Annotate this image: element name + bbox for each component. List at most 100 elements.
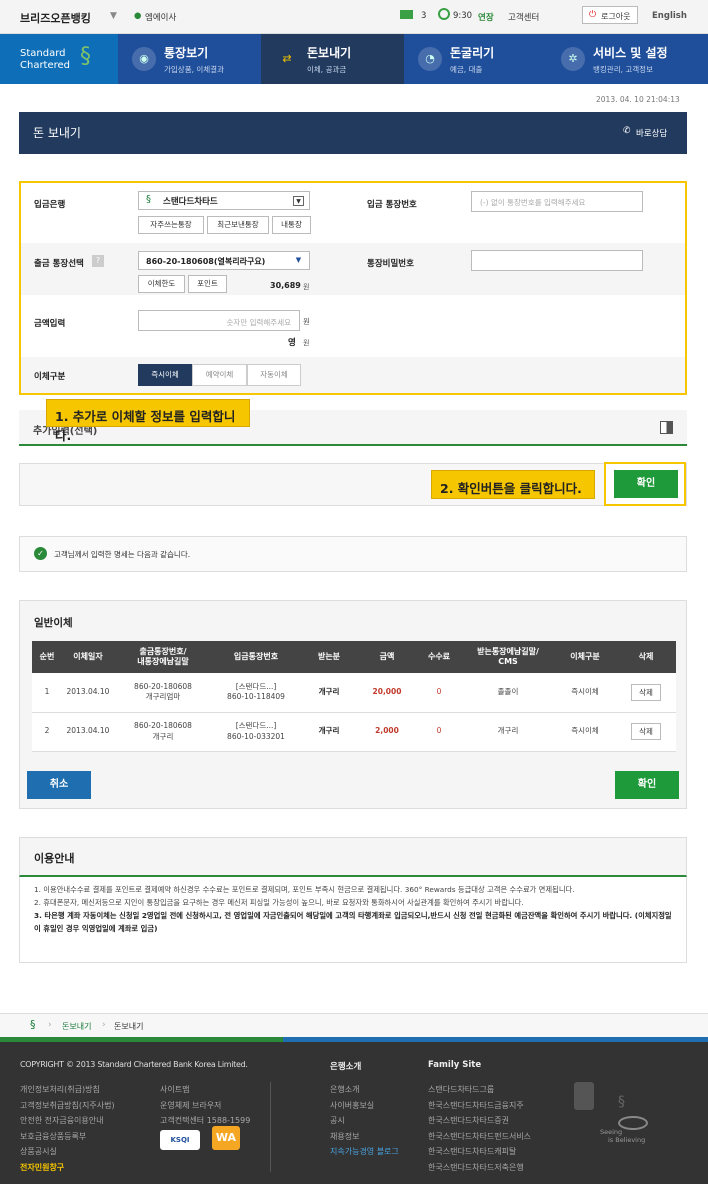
footer-link[interactable]: 개인정보처리(취급)방침 [20,1082,115,1098]
liverpool-crest-icon [574,1082,594,1110]
gnb-item-invest[interactable]: ◔ 돈굴리기 예금, 대출 [404,34,547,84]
guide-title: 이용안내 [34,852,75,865]
guide-item: 2. 휴대폰문자, 메신저등으로 지인이 통장입금을 요구하는 경우 메신저 피… [34,898,524,907]
breadcrumb-current: 돈보내기 [114,1022,144,1031]
user-icon: ● [134,11,142,21]
cancel-button[interactable]: 취소 [27,771,91,799]
footer-link[interactable]: 상품공시실 [20,1144,115,1160]
sc-logo-icon: § [80,44,91,69]
guide-item: 1. 이용안내수수료 결제를 포인트로 결제예약 하신경우 수수료는 포인트로 … [34,885,575,894]
out-account-select[interactable]: 860-20-180608(열복리라구요) ▼ [138,251,310,270]
amount-korean-unit: 원 [303,339,310,347]
chevron-down-icon[interactable]: ▼ [110,11,117,21]
expand-icon[interactable] [660,421,673,434]
footer-link[interactable]: 사이트맵 [160,1082,250,1098]
home-icon[interactable]: § [30,1018,36,1031]
list-confirm-button[interactable]: 확인 [615,771,679,799]
footer-link[interactable]: 한국스탠다드차타드캐피탈 [428,1144,531,1160]
deposit-bank-label: 입금은행 [34,200,66,210]
chevron-down-icon: ▼ [295,256,302,264]
brand-logo[interactable]: Standard Chartered § [0,34,118,84]
gnb-item-account[interactable]: ◉ 통장보기 가입상품, 이체결과 [118,34,261,84]
footer-link[interactable]: 한국스탠다드차타드펀드서비스 [428,1129,531,1145]
footer-link[interactable]: 안전한 전자금융이용안내 [20,1113,115,1129]
clock-icon [438,8,450,20]
point-button[interactable]: 포인트 [188,275,227,293]
transfer-list: 일반이체 순번 이체일자 출금통장번호/ 내통장에남길말 입금통장번호 받는분 … [19,600,687,809]
eye-icon [618,1116,648,1130]
favorite-account-button[interactable]: 자주쓰는통장 [138,216,204,234]
amount-unit: 원 [303,317,310,326]
english-link[interactable]: English [652,11,687,21]
my-account-button[interactable]: 내통장 [272,216,311,234]
sc-logo-icon: § [618,1094,625,1110]
footer-link[interactable]: 보호금융상품등록부 [20,1129,115,1145]
confirm-button[interactable]: 확인 [614,470,678,498]
deposit-account-input[interactable]: (-) 없이 통장번호를 입력해주세요 [471,191,643,212]
footer-link[interactable]: 한국스탠다드차타드증권 [428,1113,531,1129]
brand-line2: Chartered [20,60,71,71]
guide-item: 3. 타은행 계좌 자동이체는 신청일 2영업일 전에 신청하시고, 전 영업일… [34,911,672,933]
support-link[interactable]: 고객센터 [508,11,539,23]
password-input[interactable] [471,250,643,271]
sc-logo-icon: § [146,194,151,205]
transfer-table: 순번 이체일자 출금통장번호/ 내통장에남길말 입금통장번호 받는분 금액 수수… [32,641,676,752]
footer-link[interactable]: 채용정보 [330,1129,399,1145]
power-icon: ⏻ [589,10,597,20]
footer-link[interactable]: 스탠다드차타드그룹 [428,1082,531,1098]
mail-icon[interactable] [400,10,413,19]
session-timer: 9:30 [453,11,473,21]
delete-button[interactable]: 삭제 [631,723,661,740]
amount-korean: 영 [288,338,296,348]
gnb-item-transfer[interactable]: ⇄ 돈보내기 이체, 공과금 [261,34,404,84]
footer-link[interactable]: 지속가능경영 블로그 [330,1144,399,1160]
transfer-form: 입금은행 § 스탠다드차타드 ▼ 자주쓰는통장 최근보낸통장 내통장 입금 통장… [19,181,687,395]
notice-box: ✓ 고객님께서 입력한 명세는 다음과 같습니다. [19,536,687,572]
mail-count: 3 [421,11,427,21]
breadcrumb: § › 돈보내기 › 돈보내기 [0,1013,708,1037]
limit-button[interactable]: 이체한도 [138,275,185,293]
brand-line1: Standard [20,48,66,59]
page-header: 돈 보내기 ✆ 바로상담 [19,112,687,154]
footer-link[interactable]: 고객정보취급방침(지주사법) [20,1098,115,1114]
footer-bank-links: 은행소개 사이버홍보실 공시 채용정보 지속가능경영 블로그 [330,1082,399,1160]
delete-button[interactable]: 삭제 [631,683,661,701]
type-label: 이체구분 [34,372,66,382]
list-title: 일반이체 [34,617,73,629]
footer-link[interactable]: 한국스탠다드차타드저축은행 [428,1160,531,1176]
recent-account-button[interactable]: 최근보낸통장 [207,216,269,234]
balance-unit: 원 [303,283,310,291]
out-account-label: 출금 통장선택 [34,259,84,269]
help-icon[interactable]: ? [92,255,104,267]
check-icon: ✓ [34,547,47,560]
footer: COPYRIGHT © 2013 Standard Chartered Bank… [0,1042,708,1184]
footer-link[interactable]: 전자민원창구 [20,1160,115,1176]
tab-reserve[interactable]: 예약이체 [192,364,247,386]
notice-text: 고객님께서 입력한 명세는 다음과 같습니다. [54,550,191,559]
balance-value: 30,689 [270,281,301,290]
footer-link[interactable]: 한국스탠다드차타드금융지주 [428,1098,531,1114]
amount-label: 금액입력 [34,319,66,329]
footer-link[interactable]: 공시 [330,1113,399,1129]
top-bar: 브리즈오픈뱅킹 ▼ ● 엠에이사 3 9:30 연장 고객센터 ⏻ 로그아웃 E… [0,0,708,34]
breadcrumb-item[interactable]: 돈보내기 [62,1021,91,1032]
callout-step1: 1. 추가로 이체할 정보를 입력합니다. [46,399,250,443]
footer-link[interactable]: 운영체제 브라우저 [160,1098,250,1114]
tab-auto[interactable]: 자동이체 [247,364,301,386]
gnb-item-settings[interactable]: ✲ 서비스 및 설정 뱅킹관리, 고객정보 [547,34,708,84]
amount-input[interactable]: 숫자만 입력해주세요 [138,310,300,331]
footer-link[interactable]: 은행소개 [330,1082,399,1098]
deposit-account-label: 입금 통장번호 [367,200,417,210]
logout-button[interactable]: ⏻ 로그아웃 [582,6,638,24]
consult-link[interactable]: 바로상담 [636,127,667,139]
tab-instant[interactable]: 즉시이체 [138,364,192,386]
ksqi-badge: KSQI [160,1130,200,1150]
family-site-title: Family Site [428,1060,482,1070]
slogan-line2: is Believing [608,1136,646,1144]
password-label: 통장비밀번호 [367,259,414,269]
extend-link[interactable]: 연장 [478,11,494,23]
callout-step2: 2. 확인버튼을 클릭합니다. [431,470,595,499]
footer-link[interactable]: 사이버홍보실 [330,1098,399,1114]
deposit-bank-select[interactable]: § 스탠다드차타드 ▼ [138,191,310,210]
eye-icon: ◉ [132,47,156,71]
